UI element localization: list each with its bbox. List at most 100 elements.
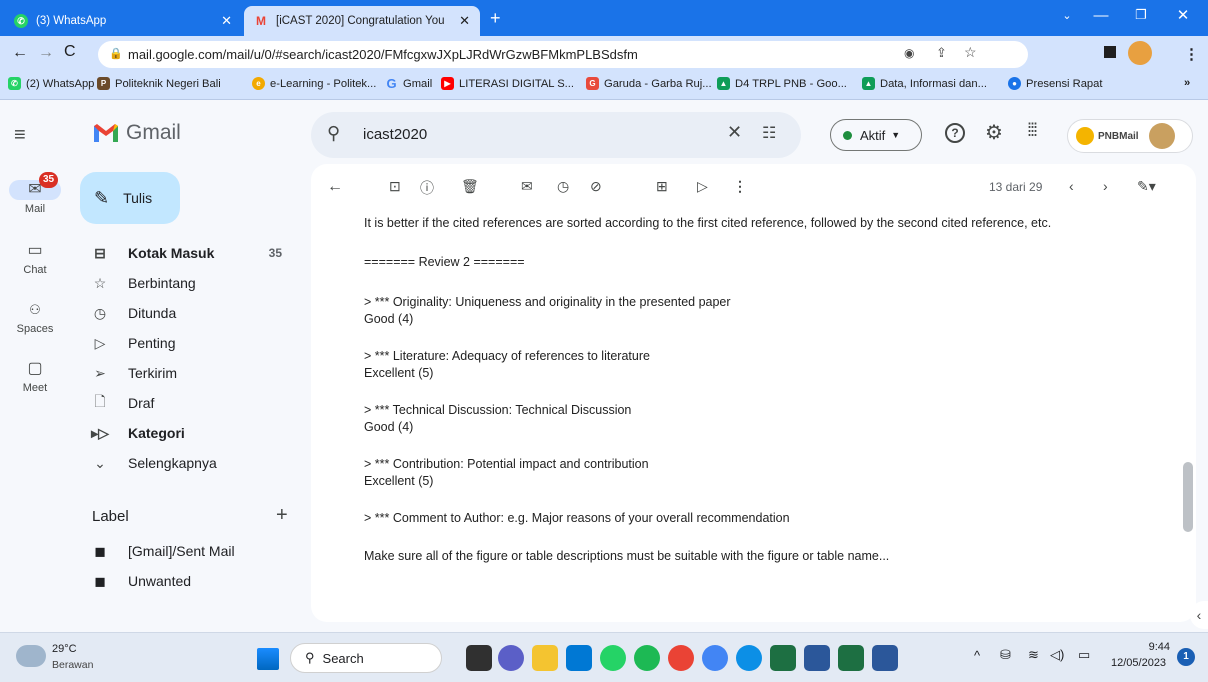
tab-whatsapp[interactable]: ✆ (3) WhatsApp ✕ <box>4 6 242 36</box>
chevron-up-icon[interactable]: ^ <box>974 648 980 663</box>
rail-chat[interactable]: ▭ Chat <box>0 241 70 276</box>
rail-spaces[interactable]: ⚇ Spaces <box>0 300 70 335</box>
wifi-icon[interactable]: ≋ <box>1028 647 1039 663</box>
search-bar[interactable]: ⚲ icast2020 ✕ ☷ <box>311 112 801 158</box>
bookmark-data-informasi[interactable]: ▲ Data, Informasi dan... <box>862 77 987 90</box>
clear-search-icon[interactable]: ✕ <box>727 122 742 143</box>
add-task-icon[interactable]: ⊘ <box>590 178 602 195</box>
close-tab-icon[interactable]: ✕ <box>459 13 470 29</box>
start-windows-icon[interactable] <box>257 648 279 670</box>
label-unwanted[interactable]: ◼ Unwanted <box>90 566 300 596</box>
task-view-icon[interactable] <box>466 645 492 671</box>
report-spam-icon[interactable]: ⓘ <box>420 178 434 198</box>
status-dropdown[interactable]: Aktif ▼ <box>830 119 922 151</box>
add-label-button[interactable]: + <box>276 504 288 527</box>
rail-mail[interactable]: ✉ 35 Mail <box>0 172 70 215</box>
profile-avatar[interactable] <box>1128 41 1152 65</box>
spaces-icon: ⚇ <box>29 302 41 317</box>
bookmark-whatsapp[interactable]: ✆ (2) WhatsApp <box>8 77 94 90</box>
extension-icon[interactable] <box>1104 46 1116 58</box>
weather-temp[interactable]: 29°C <box>52 643 77 655</box>
word-icon[interactable] <box>872 645 898 671</box>
nav-drafts[interactable]: 🗋 Draf <box>90 388 300 418</box>
clock-date[interactable]: 12/05/2023 <box>1111 657 1166 669</box>
newer-icon[interactable]: ‹ <box>1069 178 1074 194</box>
avatar[interactable] <box>1148 123 1175 149</box>
show-side-panel-icon[interactable]: ‹ <box>1190 601 1208 629</box>
label-icon[interactable]: ▷ <box>697 178 708 195</box>
bookmark-presensi[interactable]: ● Presensi Rapat <box>1008 77 1103 90</box>
volume-icon[interactable]: ◁) <box>1050 647 1064 663</box>
older-icon[interactable]: › <box>1103 178 1108 194</box>
forward-icon[interactable]: → <box>38 44 54 62</box>
mail-app-icon[interactable] <box>566 645 592 671</box>
teams-chat-icon[interactable] <box>498 645 524 671</box>
bookmarks-more[interactable]: » <box>1184 77 1190 89</box>
compose-button[interactable]: ✎ Tulis <box>80 172 180 224</box>
move-to-icon[interactable]: ⊞ <box>656 178 668 195</box>
chrome-profile-icon[interactable] <box>702 645 728 671</box>
restore-button[interactable]: ❐ <box>1118 0 1164 30</box>
bookmark-garuda[interactable]: G Garuda - Garba Ruj... <box>586 77 712 90</box>
help-icon[interactable]: ? <box>945 123 965 143</box>
search-icon[interactable]: ⚲ <box>327 123 340 144</box>
url-text: mail.google.com/mail/u/0/#search/icast20… <box>128 47 638 62</box>
nav-inbox[interactable]: ⊟ Kotak Masuk 35 <box>90 238 300 268</box>
back-to-list-icon[interactable]: ← <box>327 178 343 196</box>
share-icon[interactable]: ⇪ <box>936 45 947 61</box>
search-options-icon[interactable]: ☷ <box>762 123 776 143</box>
bookmark-gmail[interactable]: G Gmail <box>385 76 432 91</box>
apps-grid-icon[interactable]: ⁞⁞⁞ <box>1027 120 1038 141</box>
chat-icon: ▭ <box>27 242 43 259</box>
mark-unread-icon[interactable]: ✉ <box>521 178 533 195</box>
chrome-icon[interactable] <box>668 645 694 671</box>
nav-important[interactable]: ▷ Penting <box>90 328 300 358</box>
cloud-weather-icon[interactable] <box>16 645 46 667</box>
whatsapp-icon[interactable] <box>600 645 626 671</box>
file-explorer-icon[interactable] <box>532 645 558 671</box>
notification-badge[interactable]: 1 <box>1177 648 1195 666</box>
nav-starred[interactable]: ☆ Berbintang <box>90 268 300 298</box>
snooze-icon[interactable]: ◷ <box>557 178 569 195</box>
nav-categories[interactable]: ▸▷ Kategori <box>90 418 300 448</box>
drive-icon: ▲ <box>862 77 875 90</box>
chrome-menu-icon[interactable]: ⋮ <box>1184 45 1199 63</box>
excel-icon[interactable] <box>770 645 796 671</box>
rail-label: Mail <box>24 203 46 215</box>
bookmark-literasi[interactable]: ▶ LITERASI DIGITAL S... <box>441 77 574 90</box>
spotify-icon[interactable] <box>634 645 660 671</box>
bookmark-elearning[interactable]: e e-Learning - Politek... <box>252 77 376 90</box>
eye-icon[interactable]: ◉ <box>904 46 914 60</box>
star-icon[interactable]: ☆ <box>964 44 977 61</box>
input-tools-icon[interactable]: ✎▾ <box>1137 178 1156 195</box>
clock-time[interactable]: 9:44 <box>1130 641 1170 653</box>
reload-icon[interactable]: C <box>64 43 76 61</box>
archive-icon[interactable]: ⊡ <box>389 178 401 195</box>
taskbar-search[interactable]: ⚲ Search <box>290 643 442 673</box>
excel-icon[interactable] <box>838 645 864 671</box>
more-options-icon[interactable]: ⋮ <box>733 178 747 195</box>
label-sent-mail[interactable]: ◼ [Gmail]/Sent Mail <box>90 536 300 566</box>
account-button[interactable]: PNBMail <box>1067 119 1193 153</box>
nav-snoozed[interactable]: ◷ Ditunda <box>90 298 300 328</box>
new-tab-button[interactable]: + <box>490 8 501 29</box>
settings-gear-icon[interactable]: ⚙ <box>985 120 1003 145</box>
close-window-button[interactable]: ✕ <box>1160 0 1206 30</box>
close-tab-icon[interactable]: ✕ <box>221 13 232 29</box>
word-icon[interactable] <box>804 645 830 671</box>
delete-icon[interactable]: 🗑 <box>461 178 479 195</box>
tab-icast[interactable]: M [iCAST 2020] Congratulation You ✕ <box>244 6 480 36</box>
url-bar[interactable]: 🔒 mail.google.com/mail/u/0/#search/icast… <box>98 41 1028 68</box>
scrollbar-thumb[interactable] <box>1183 462 1193 532</box>
send-icon: ➢ <box>94 364 106 381</box>
search-input[interactable]: icast2020 <box>363 126 427 143</box>
edge-icon[interactable] <box>736 645 762 671</box>
back-icon[interactable]: ← <box>12 44 28 62</box>
rail-meet[interactable]: ▢ Meet <box>0 359 70 394</box>
nav-sent[interactable]: ➢ Terkirim <box>90 358 300 388</box>
bookmark-d4trpl[interactable]: ▲ D4 TRPL PNB - Goo... <box>717 77 847 90</box>
bookmark-pnb[interactable]: P Politeknik Negeri Bali <box>97 77 221 90</box>
nav-more[interactable]: ⌄ Selengkapnya <box>90 448 300 478</box>
network-icon[interactable]: ⛁ <box>1000 647 1011 663</box>
battery-icon[interactable]: ▭ <box>1078 647 1090 663</box>
